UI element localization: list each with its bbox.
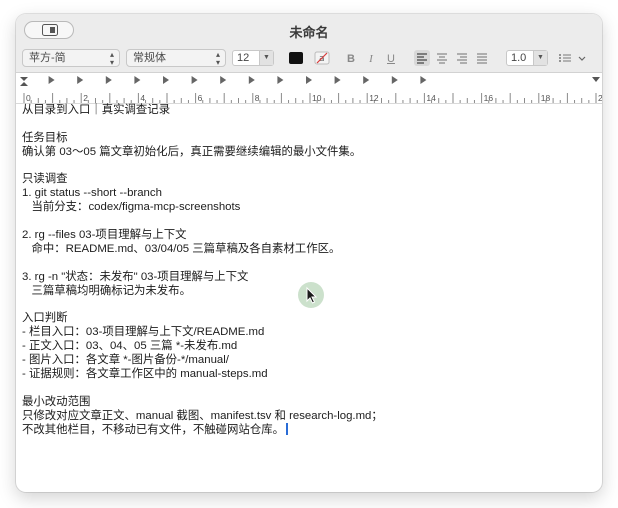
tab-stop-marker — [77, 76, 84, 84]
ruler-label: 4 — [140, 93, 145, 103]
tab-stop-marker — [363, 76, 370, 84]
justify-button[interactable] — [474, 50, 490, 66]
text-caret — [286, 423, 288, 436]
align-right-icon — [457, 53, 467, 64]
underline-button[interactable]: U — [384, 51, 398, 67]
font-family-select[interactable]: 苹方-简 ▴ ▾ — [22, 49, 120, 67]
font-style-value: 常规体 — [133, 52, 166, 64]
bold-button[interactable]: B — [344, 51, 358, 67]
tab-stop-marker — [220, 76, 227, 84]
ruler-label: 14 — [426, 93, 436, 103]
font-size-field[interactable]: 12 ▼ — [232, 50, 274, 66]
tab-stop-marker — [48, 76, 55, 84]
document-line: - 栏目入口：03-项目理解与上下文/README.md — [22, 326, 265, 339]
justify-icon — [477, 53, 487, 64]
ruler-label: 10 — [312, 93, 322, 103]
tab-stop-marker — [334, 76, 341, 84]
document-line: 最小改动范围 — [22, 395, 91, 408]
align-center-button[interactable] — [434, 50, 450, 66]
tab-stop-marker — [420, 76, 427, 84]
tab-stop-marker — [105, 76, 112, 84]
document-line: - 正文入口：03、04、05 三篇 *-未发布.md — [22, 340, 238, 353]
document-line: 命中：README.md、03/04/05 三篇草稿及各自素材工作区。 — [22, 242, 341, 255]
tab-stop-marker — [191, 76, 198, 84]
tab-stop-marker — [134, 76, 141, 84]
text-color-swatch[interactable] — [289, 52, 303, 64]
window-title: 未命名 — [289, 25, 329, 40]
document-line: - 证据规则：各文章工作区中的 manual-steps.md — [22, 367, 268, 380]
document-line: 入口判断 — [22, 312, 68, 325]
highlight-color-button[interactable]: a — [314, 51, 330, 65]
tab-stop-marker — [248, 76, 255, 84]
font-style-select[interactable]: 常规体 ▴ ▾ — [126, 49, 226, 67]
right-indent-marker — [592, 77, 600, 82]
first-line-indent-marker — [20, 77, 28, 81]
align-right-button[interactable] — [454, 50, 470, 66]
document-line: 任务目标 — [22, 131, 68, 144]
line-spacing-select[interactable]: 1.0 ▼ — [506, 50, 548, 66]
left-indent-marker — [20, 82, 28, 86]
title-bar: 未命名 — [16, 14, 602, 46]
ruler-label: 20 — [598, 93, 602, 103]
ruler-label: 6 — [198, 93, 203, 103]
italic-button[interactable]: I — [364, 51, 378, 67]
highlight-pen-icon: a — [314, 51, 330, 65]
document-line: 只读调查 — [22, 173, 68, 186]
align-center-icon — [437, 53, 447, 64]
select-arrows-icon: ▴ ▾ — [215, 50, 220, 67]
font-family-value: 苹方-简 — [29, 52, 66, 64]
list-style-button[interactable] — [556, 50, 588, 66]
line-spacing-value: 1.0 — [511, 52, 527, 64]
list-bullets-icon — [559, 54, 586, 62]
ruler-label: 12 — [369, 93, 379, 103]
tab-stop-marker — [163, 76, 169, 84]
chevron-down-icon: ▼ — [259, 51, 273, 65]
ruler-label: 0 — [26, 93, 31, 103]
document-line: 1. git status --short --branch — [22, 187, 162, 200]
chevron-down-icon: ▼ — [533, 51, 547, 65]
document-line: 不改其他栏目，不移动已有文件，不触碰网站仓库。 — [22, 423, 592, 437]
ruler-label: 8 — [255, 93, 260, 103]
document-line: - 图片入口：各文章 *-图片备份-*/manual/ — [22, 354, 229, 367]
document-line: 当前分支：codex/figma-mcp-screenshots — [22, 201, 241, 214]
ruler[interactable]: 0 2 4 6 8 10 12 14 16 18 20 — [16, 73, 602, 104]
tab-stop-marker — [277, 76, 284, 84]
text-editor-window: 未命名 苹方-简 ▴▾ 常规体 ▴▾ 12 ▼ a B I U — [16, 14, 602, 492]
document-line: 从目录到入口｜真实调查记录 — [22, 104, 171, 116]
format-toolbar: 苹方-简 ▴▾ 常规体 ▴▾ 12 ▼ a B I U — [16, 46, 602, 73]
tab-stop-marker — [391, 76, 398, 84]
align-left-button[interactable] — [414, 50, 430, 66]
ruler-label: 2 — [83, 93, 88, 103]
font-size-value: 12 — [237, 52, 250, 64]
mouse-pointer-icon — [298, 282, 324, 308]
tab-stop-marker — [306, 76, 312, 84]
ruler-label: 18 — [541, 93, 551, 103]
document-line: 2. rg --files 03-项目理解与上下文 — [22, 229, 187, 242]
ruler-label: 16 — [484, 93, 494, 103]
select-arrows-icon: ▴ ▾ — [109, 50, 114, 67]
document-line: 只修改对应文章正文、manual 截图、manifest.tsv 和 resea… — [22, 409, 383, 422]
align-left-icon — [417, 53, 427, 64]
document-line: 确认第 03～05 篇文章初始化后，真正需要继续编辑的最小文件集。 — [22, 145, 362, 158]
